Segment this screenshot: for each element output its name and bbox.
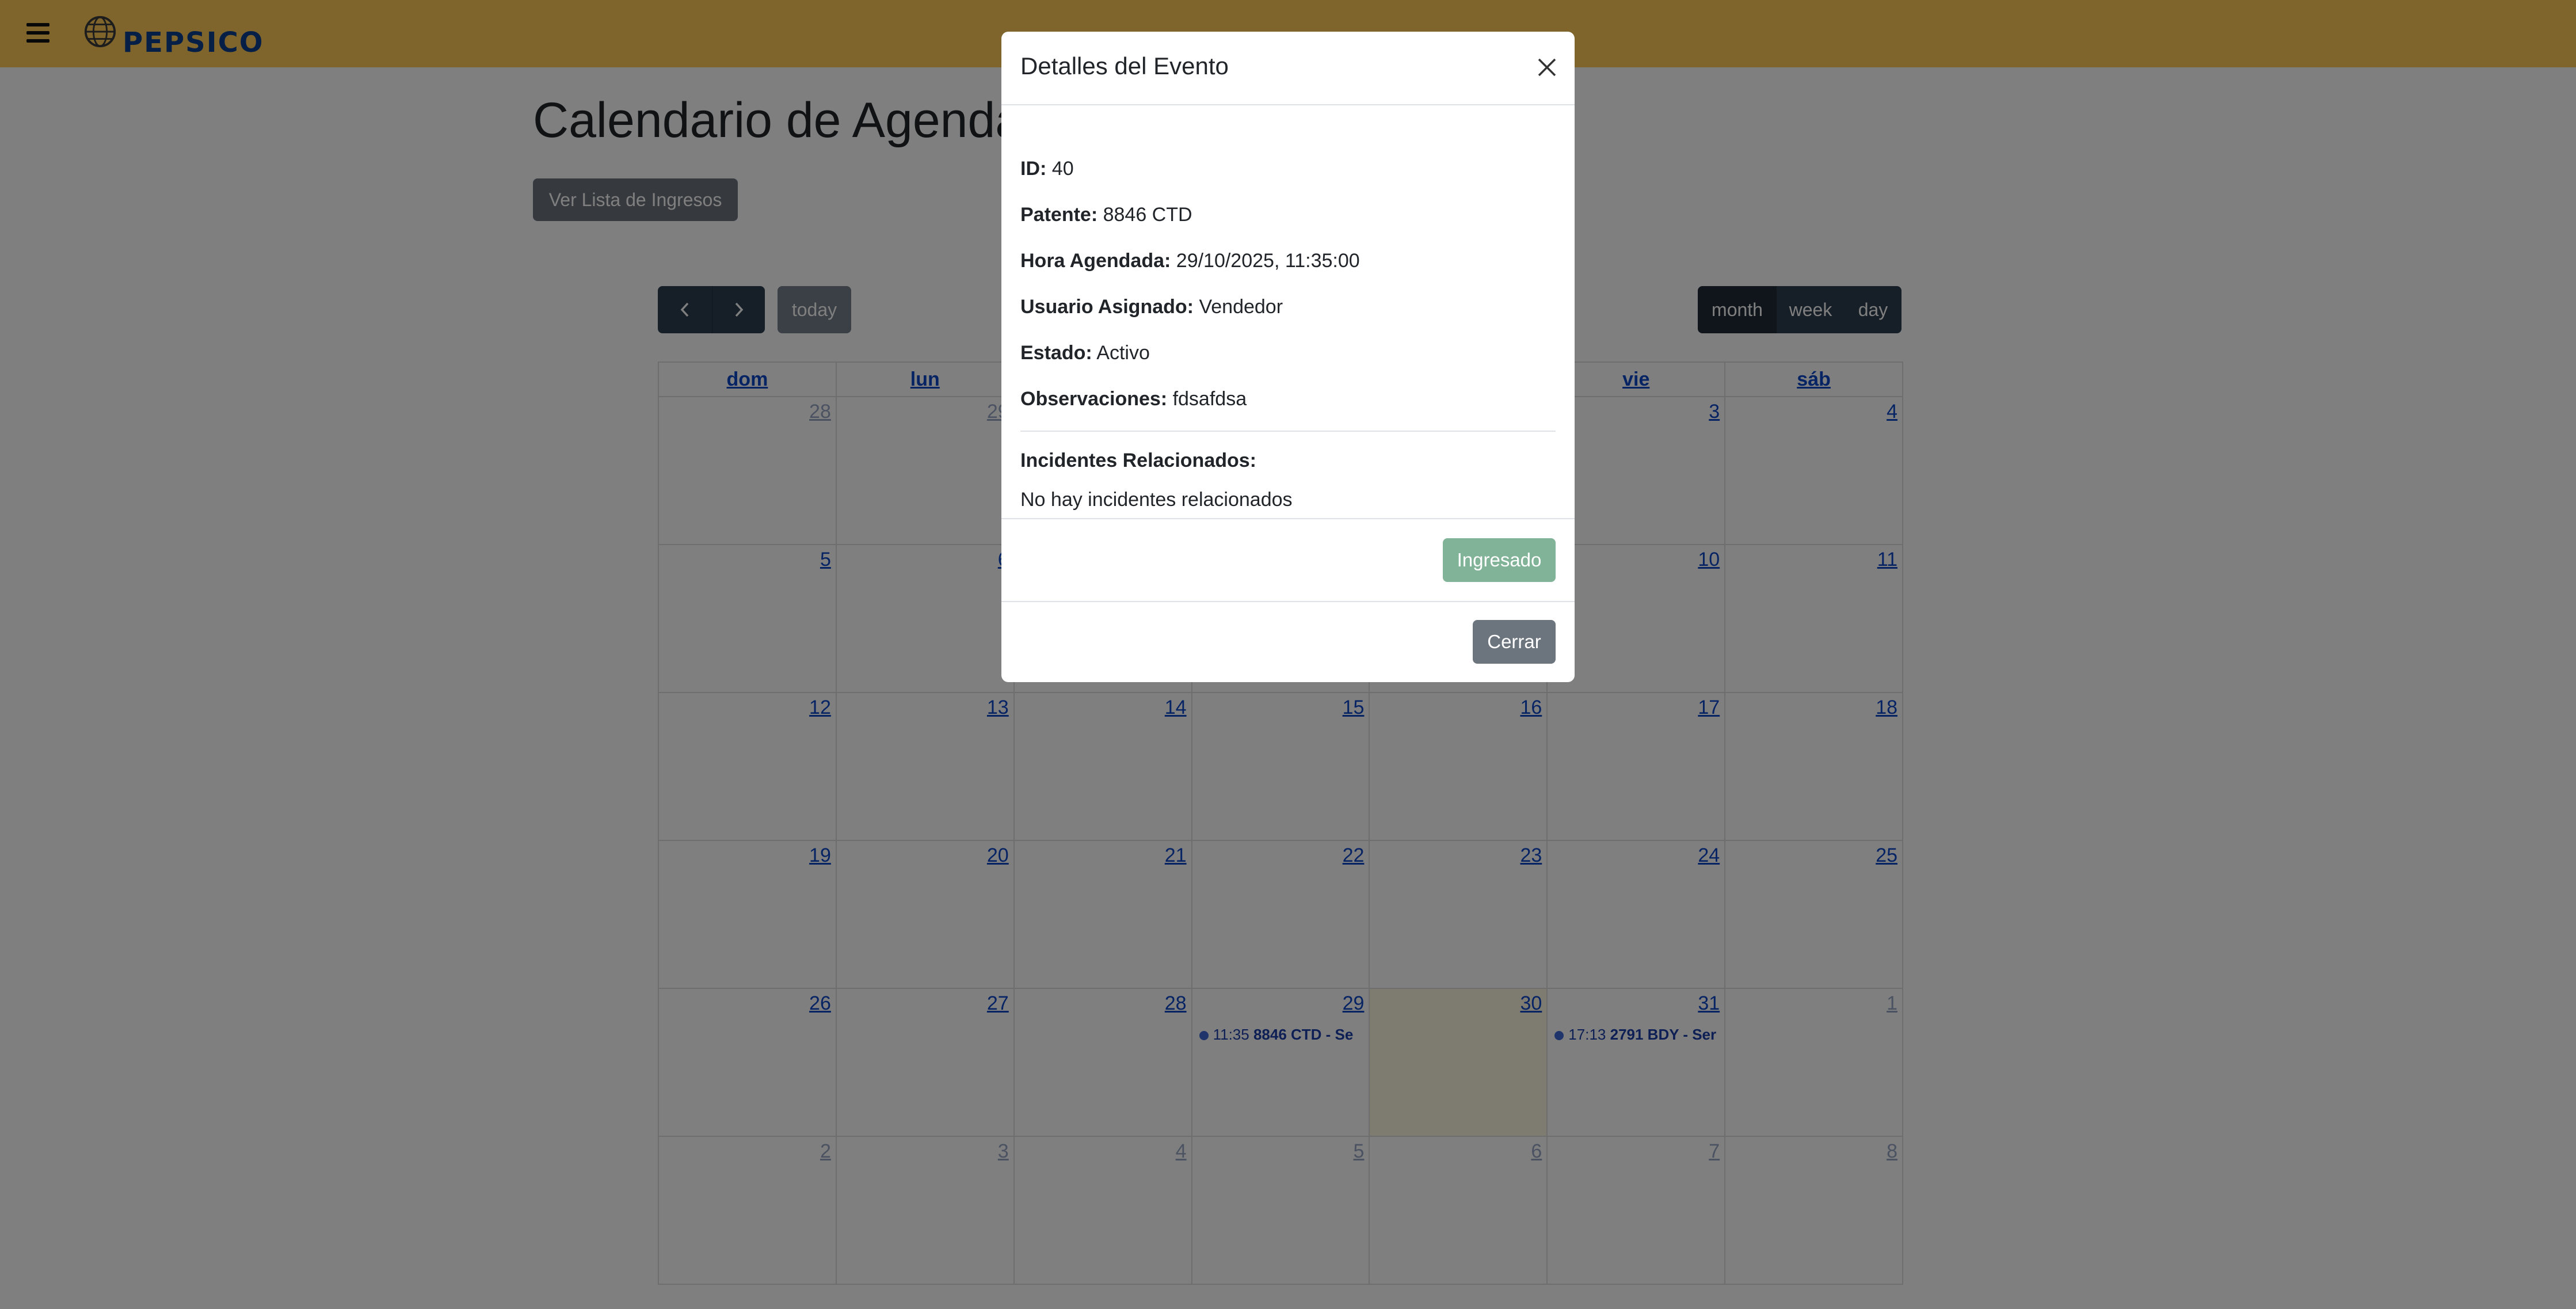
field-estado: Estado: Activo: [1020, 342, 1150, 364]
incidents-empty-text: No hay incidentes relacionados: [1020, 489, 1293, 511]
close-button[interactable]: Cerrar: [1473, 620, 1556, 664]
field-id: ID: 40: [1020, 158, 1074, 180]
field-hora-agendada: Hora Agendada: 29/10/2025, 11:35:00: [1020, 250, 1360, 272]
close-icon[interactable]: [1534, 55, 1560, 80]
field-usuario-asignado: Usuario Asignado: Vendedor: [1020, 296, 1283, 318]
modal-separator: [1001, 518, 1575, 519]
modal-footer-separator: [1001, 601, 1575, 602]
field-patente: Patente: 8846 CTD: [1020, 204, 1192, 226]
ingresado-button[interactable]: Ingresado: [1443, 538, 1556, 582]
field-observaciones: Observaciones: fdsafdsa: [1020, 388, 1247, 410]
event-details-modal: Detalles del Evento ID: 40 Patente: 8846…: [1001, 32, 1575, 682]
incidents-heading: Incidentes Relacionados:: [1020, 450, 1256, 471]
modal-header: Detalles del Evento: [1001, 32, 1575, 105]
modal-title: Detalles del Evento: [1020, 52, 1229, 79]
divider: [1020, 431, 1556, 432]
